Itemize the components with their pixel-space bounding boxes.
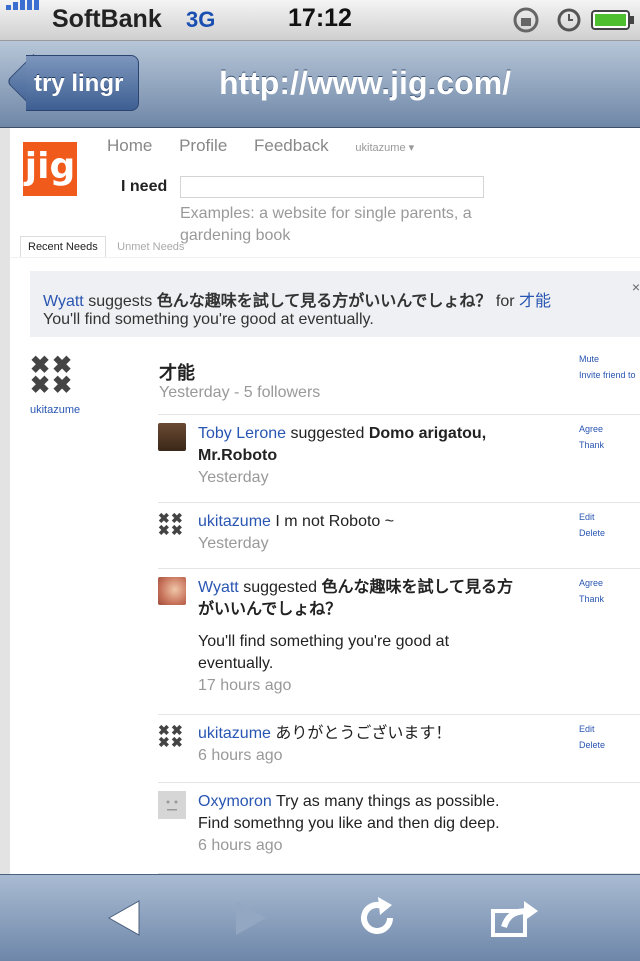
alarm-clock-icon xyxy=(557,8,581,32)
page-title: http://www.jig.com/ xyxy=(218,65,512,101)
invite-friend-link[interactable]: Invite friend to xyxy=(579,367,636,383)
edit-link[interactable]: Edit xyxy=(579,509,605,525)
list-item: ✖ ✖ ✖ ✖ ukitazume ありがとうございます！ 6 hours ag… xyxy=(158,714,640,781)
banner-user-link[interactable]: Wyatt xyxy=(43,293,84,310)
status-bar: SoftBank 3G 17:12 xyxy=(0,0,640,41)
share-icon[interactable] xyxy=(484,893,544,943)
owner-name-link[interactable]: ukitazume xyxy=(30,404,80,416)
timestamp: 17 hours ago xyxy=(198,677,292,694)
tab-divider xyxy=(10,257,640,258)
battery-icon xyxy=(591,10,634,30)
suggestion-banner: Wyatt suggests 色んな趣味を試して見る方がいいんでしょね？ for… xyxy=(30,271,640,337)
back-button[interactable]: try lingr xyxy=(5,53,139,111)
timestamp: Yesterday xyxy=(198,535,269,552)
user-link[interactable]: Wyatt xyxy=(198,579,239,596)
page-margin xyxy=(0,128,10,874)
need-meta: Yesterday - 5 followers xyxy=(159,384,321,401)
agree-link[interactable]: Agree xyxy=(579,421,604,437)
banner-suggestion: 色んな趣味を試して見る方がいいんでしょね？ xyxy=(156,293,492,310)
list-item: Toby Lerone suggested Domo arigatou, Mr.… xyxy=(158,414,640,501)
site-menu: Home Profile Feedback ukitazume ▾ xyxy=(107,136,436,156)
need-input[interactable] xyxy=(180,176,484,198)
agree-link[interactable]: Agree xyxy=(579,575,604,591)
status-time: 17:12 xyxy=(288,4,352,32)
web-content[interactable]: jig Home Profile Feedback ukitazume ▾ I … xyxy=(0,128,640,874)
thank-link[interactable]: Thank xyxy=(579,591,604,607)
user-link[interactable]: Toby Lerone xyxy=(198,425,286,442)
tab-unmet-needs[interactable]: Unmet Needs xyxy=(110,237,191,257)
timestamp: 6 hours ago xyxy=(198,747,283,764)
banner-headline: Wyatt suggests 色んな趣味を試して見る方がいいんでしょね？ for… xyxy=(43,287,551,311)
rotation-lock-icon xyxy=(513,7,539,33)
avatar[interactable]: ✖ ✖ ✖ ✖ xyxy=(158,511,186,539)
menu-home-link[interactable]: Home xyxy=(107,136,152,155)
need-input-label: I need xyxy=(121,178,168,195)
user-menu-dropdown[interactable]: ukitazume ▾ xyxy=(355,142,414,154)
user-link[interactable]: Oxymoron xyxy=(198,793,272,810)
banner-for: for xyxy=(495,293,515,310)
navigation-bar: try lingr http://www.jig.com/ xyxy=(0,41,640,128)
list-item: Oxymoron Try as many things as possible.… xyxy=(158,782,640,874)
back-button-label: try lingr xyxy=(34,70,124,97)
delete-link[interactable]: Delete xyxy=(579,737,605,753)
user-link[interactable]: ukitazume xyxy=(198,513,271,530)
banner-detail: You'll find something you're good at eve… xyxy=(43,311,374,328)
avatar[interactable] xyxy=(158,423,186,451)
avatar[interactable] xyxy=(158,577,186,605)
need-examples: Examples: a website for single parents, … xyxy=(180,205,472,244)
avatar[interactable]: ✖ ✖ ✖ ✖ xyxy=(158,723,186,751)
menu-feedback-link[interactable]: Feedback xyxy=(254,136,329,155)
timestamp: Yesterday xyxy=(198,469,269,486)
left-arrow-icon[interactable] xyxy=(95,893,155,943)
user-link[interactable]: ukitazume xyxy=(198,725,271,742)
thank-link[interactable]: Thank xyxy=(579,437,604,453)
need-title[interactable]: 才能 xyxy=(159,359,195,385)
tab-recent-needs[interactable]: Recent Needs xyxy=(20,236,106,257)
list-item: ✖ ✖ ✖ ✖ ukitazume I m not Roboto ~ Yeste… xyxy=(158,502,640,567)
jig-logo[interactable]: jig xyxy=(23,142,77,196)
delete-link[interactable]: Delete xyxy=(579,525,605,541)
edit-link[interactable]: Edit xyxy=(579,721,605,737)
menu-profile-link[interactable]: Profile xyxy=(179,136,227,155)
needs-tabs: Recent Needs Unmet Needs xyxy=(20,236,191,257)
close-icon[interactable]: × xyxy=(632,279,640,295)
reload-icon[interactable] xyxy=(348,893,408,943)
list-item: Wyatt suggested 色んな趣味を試して見る方 がいいんでしょね？ Y… xyxy=(158,568,640,713)
need-actions: Mute Invite friend to xyxy=(579,351,636,383)
avatar[interactable] xyxy=(158,791,186,819)
banner-need-link[interactable]: 才能 xyxy=(519,293,551,310)
timestamp: 6 hours ago xyxy=(198,837,283,854)
banner-verb: suggests xyxy=(88,293,153,310)
owner-avatar[interactable]: ✖ ✖ ✖ ✖ xyxy=(30,354,74,398)
browser-toolbar xyxy=(0,874,640,961)
right-arrow-icon[interactable] xyxy=(220,893,280,943)
mute-link[interactable]: Mute xyxy=(579,351,636,367)
